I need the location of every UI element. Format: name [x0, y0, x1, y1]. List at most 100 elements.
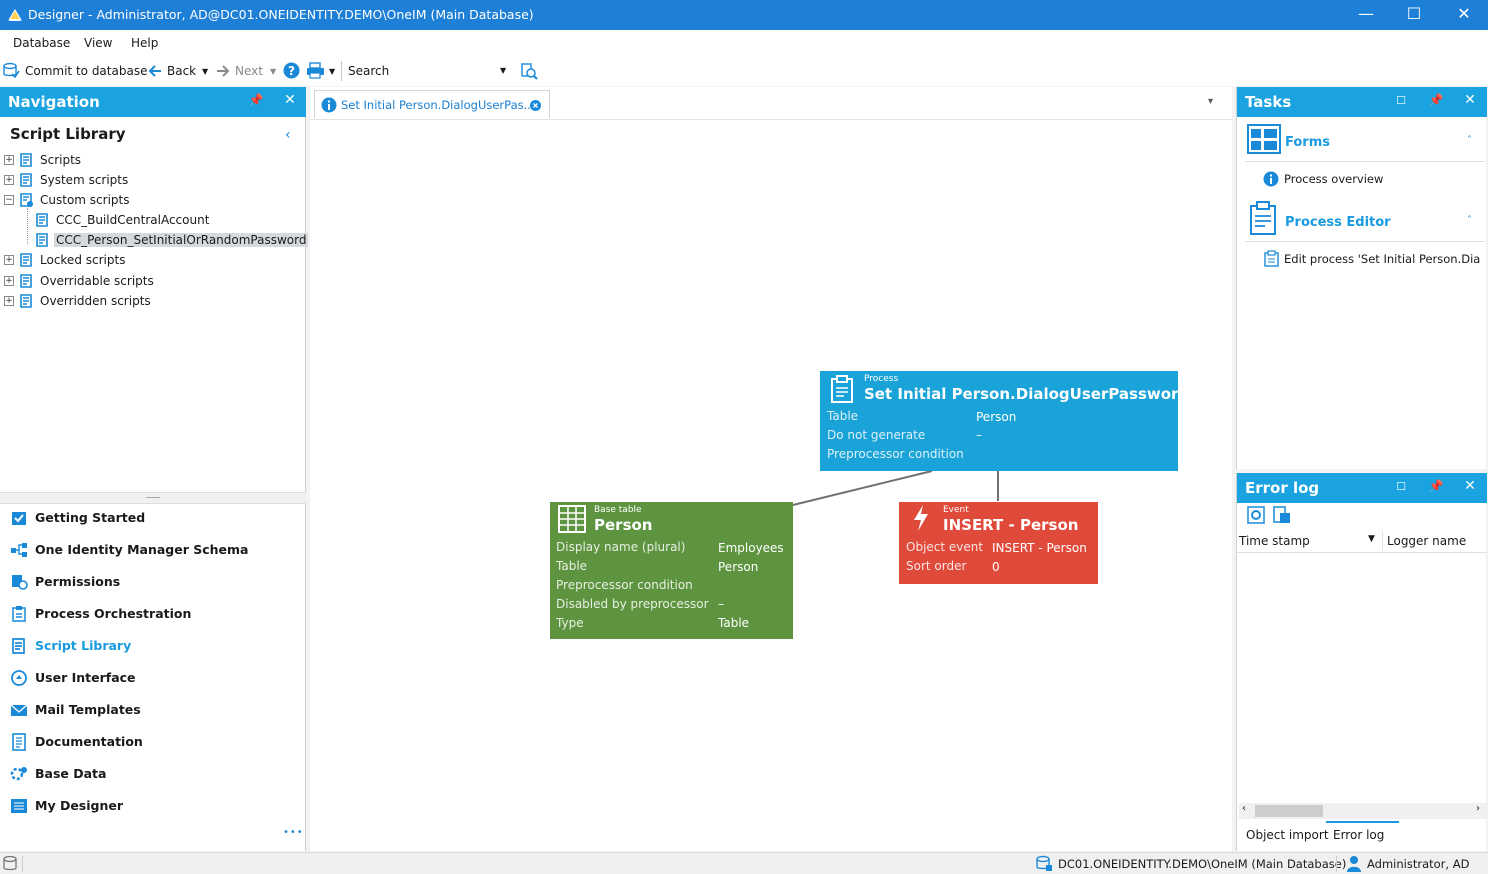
svg-text:?: ?	[288, 64, 295, 78]
column-time-stamp[interactable]: Time stamp	[1239, 534, 1310, 548]
status-bar: DC01.ONEIDENTITY.DEMO\OneIM (Main Databa…	[0, 852, 1488, 874]
navigation-title: Navigation	[8, 93, 100, 111]
scroll-right-icon[interactable]: ›	[1476, 803, 1480, 814]
tasks-title: Tasks	[1245, 93, 1292, 111]
maximize-button[interactable]: ☐	[1390, 0, 1438, 30]
documentation-icon	[12, 733, 26, 751]
column-separator	[1382, 531, 1383, 551]
status-separator	[1336, 856, 1337, 872]
search-label: Search	[348, 64, 390, 78]
tree-item-system-scripts[interactable]: + System scripts	[4, 172, 294, 190]
tab-strip-border	[310, 119, 1232, 120]
tree-expander[interactable]: +	[4, 155, 14, 165]
back-dropdown-icon[interactable]: ▼	[202, 67, 208, 76]
tasks-panel: Tasks ☐ 📌 ✕ Forms ˄ Process overview Pro…	[1236, 87, 1487, 469]
designer-app-icon	[8, 9, 22, 21]
collapse-section-icon[interactable]: ‹	[285, 127, 291, 143]
help-icon[interactable]: ?	[283, 62, 300, 79]
window-title: Designer - Administrator, AD@DC01.ONEIDE…	[28, 7, 534, 22]
menu-view[interactable]: View	[84, 36, 112, 50]
tab-error-log[interactable]: Error log	[1333, 828, 1384, 842]
print-dropdown-icon[interactable]: ▼	[329, 67, 335, 76]
tree-item-custom-scripts[interactable]: − Custom scripts	[4, 192, 294, 210]
base-table-card[interactable]: Base table Person Display name (plural) …	[550, 502, 793, 639]
back-arrow-icon	[148, 65, 161, 77]
ui-icon	[11, 670, 27, 686]
tree-item-ccc-person-setinitialorrandompassword[interactable]: CCC_Person_SetInitialOrRandomPassword	[4, 232, 309, 250]
tab-object-import[interactable]: Object import	[1246, 828, 1329, 842]
error-log-title: Error log	[1245, 479, 1320, 497]
error-log-panel: Error log ☐ 📌 ✕ Time stamp ▼ Logger name…	[1236, 473, 1487, 851]
tab-list-dropdown-icon[interactable]: ▾	[1208, 96, 1213, 107]
mail-icon	[10, 704, 28, 716]
tree-item-overridden-scripts[interactable]: + Overridden scripts	[4, 293, 294, 311]
database-connection-icon	[1036, 855, 1052, 871]
search-database-icon[interactable]	[520, 62, 538, 80]
my-designer-icon	[11, 799, 27, 813]
event-card[interactable]: Event INSERT - Person Object event INSER…	[899, 502, 1098, 584]
forms-group-title[interactable]: Forms	[1285, 135, 1330, 150]
minimize-button[interactable]: —	[1342, 0, 1390, 30]
next-button[interactable]: Next	[235, 64, 263, 78]
more-options-icon[interactable]: •••	[283, 827, 304, 838]
column-logger-name[interactable]: Logger name	[1387, 534, 1466, 548]
menu-database[interactable]: Database	[13, 36, 70, 50]
pin-icon[interactable]: 📌	[1428, 479, 1444, 493]
current-user: Administrator, AD	[1367, 857, 1470, 871]
section-title: Script Library	[10, 125, 126, 143]
tree-expander[interactable]: +	[4, 255, 14, 265]
next-dropdown-icon[interactable]: ▼	[270, 67, 276, 76]
scroll-left-icon[interactable]: ‹	[1242, 803, 1246, 814]
scrollbar-thumb[interactable]	[1255, 805, 1323, 817]
search-input[interactable]: Search ▼	[344, 60, 514, 82]
group-divider	[1245, 161, 1485, 162]
process-card[interactable]: Process Set Initial Person.DialogUserPas…	[820, 371, 1189, 471]
checklist-icon	[12, 512, 26, 525]
tree-expander[interactable]: +	[4, 276, 14, 286]
tree-item-ccc-buildcentralaccount[interactable]: CCC_BuildCentralAccount	[4, 212, 294, 230]
print-icon[interactable]	[306, 62, 325, 79]
table-grid-icon	[558, 505, 586, 533]
navigation-splitter[interactable]	[0, 492, 306, 504]
next-arrow-icon	[217, 65, 230, 77]
tree-expander[interactable]: −	[4, 195, 14, 205]
maximize-panel-icon[interactable]: ☐	[1393, 94, 1409, 107]
horizontal-scrollbar[interactable]: ‹ ›	[1239, 803, 1487, 819]
tree-item-locked-scripts[interactable]: + Locked scripts	[4, 252, 294, 270]
task-process-overview[interactable]: Process overview	[1284, 172, 1383, 186]
close-panel-icon[interactable]: ✕	[1462, 478, 1478, 494]
base-table-card-kind: Base table	[594, 505, 642, 515]
collapse-forms-icon[interactable]: ˄	[1467, 135, 1472, 146]
tree-expander[interactable]: +	[4, 296, 14, 306]
event-card-kind: Event	[943, 505, 969, 515]
commit-button[interactable]: Commit to database	[25, 64, 147, 78]
close-panel-icon[interactable]: ✕	[1462, 92, 1478, 108]
base-data-icon	[10, 767, 27, 781]
script-icon	[36, 233, 48, 247]
tab-set-initial-person[interactable]: Set Initial Person.DialogUserPas...	[314, 90, 550, 118]
process-card-name: Set Initial Person.DialogUserPassword	[864, 385, 1190, 403]
close-tab-icon[interactable]	[530, 100, 541, 111]
task-edit-process[interactable]: Edit process 'Set Initial Person.Dialo..…	[1284, 252, 1480, 266]
menu-help[interactable]: Help	[131, 36, 158, 50]
sort-dropdown-icon[interactable]: ▼	[1368, 534, 1375, 544]
error-log-columns: Time stamp ▼ Logger name	[1237, 529, 1487, 553]
collapse-process-editor-icon[interactable]: ˄	[1467, 215, 1472, 226]
schema-icon	[11, 543, 27, 557]
tree-item-scripts[interactable]: + Scripts	[4, 152, 294, 170]
log-settings-icon[interactable]	[1247, 506, 1265, 524]
script-folder-icon	[20, 274, 32, 288]
tree-item-overridable-scripts[interactable]: + Overridable scripts	[4, 273, 294, 291]
close-button[interactable]: ✕	[1440, 0, 1488, 30]
pin-icon[interactable]: 📌	[1428, 93, 1444, 107]
back-button[interactable]: Back	[167, 64, 196, 78]
close-panel-icon[interactable]: ✕	[282, 92, 298, 108]
log-filter-icon[interactable]	[1273, 506, 1291, 524]
info-icon	[1263, 171, 1279, 187]
maximize-panel-icon[interactable]: ☐	[1393, 480, 1409, 493]
process-editor-group-title[interactable]: Process Editor	[1285, 215, 1391, 230]
info-icon	[321, 97, 337, 113]
pin-icon[interactable]: 📌	[248, 93, 264, 107]
tree-expander[interactable]: +	[4, 175, 14, 185]
search-dropdown-icon[interactable]: ▼	[500, 66, 506, 75]
